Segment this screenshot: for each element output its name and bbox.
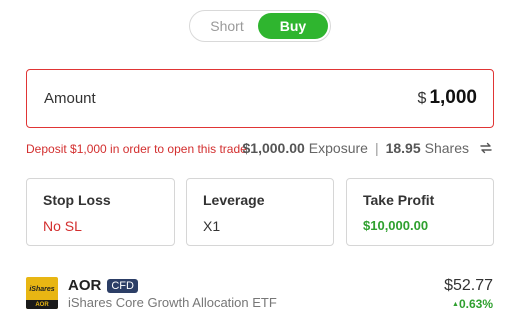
take-profit-title: Take Profit <box>363 192 435 208</box>
deposit-warning: Deposit $1,000 in order to open this tra… <box>26 142 247 156</box>
price-change: ▲0.63% <box>452 297 493 311</box>
leverage-title: Leverage <box>203 192 265 208</box>
amount-value[interactable]: $1,000 <box>418 87 477 109</box>
instrument-price: $52.77 <box>444 277 493 294</box>
logo-ticker-text: AOR <box>35 302 49 308</box>
buy-option[interactable]: Buy <box>258 13 328 39</box>
exposure-separator: | <box>374 140 379 156</box>
instrument-ticker-row[interactable]: AOR CFD <box>68 277 138 294</box>
leverage-card[interactable]: Leverage X1 <box>186 178 334 246</box>
shares-value: 18.95 <box>385 140 421 156</box>
amount-label: Amount <box>44 90 96 107</box>
change-up-icon: ▲ <box>452 301 459 308</box>
exposure-value: $1,000.00 <box>242 140 305 156</box>
take-profit-card[interactable]: Take Profit $10,000.00 <box>346 178 494 246</box>
leverage-value: X1 <box>203 218 221 234</box>
stop-loss-title: Stop Loss <box>43 192 111 208</box>
exposure-label: Exposure <box>308 140 368 156</box>
change-percent: 0.63% <box>458 297 493 311</box>
amount-input-box[interactable]: Amount $1,000 <box>26 69 494 128</box>
stop-loss-card[interactable]: Stop Loss No SL <box>26 178 175 246</box>
instrument-ticker[interactable]: AOR <box>68 277 101 294</box>
cfd-badge: CFD <box>107 278 138 293</box>
instrument-logo: iShares AOR <box>26 277 58 309</box>
logo-brand-text: iShares <box>29 286 55 293</box>
direction-toggle[interactable]: Short Buy <box>189 10 331 42</box>
take-profit-value: $10,000.00 <box>363 218 429 233</box>
shares-label: Shares <box>424 140 469 156</box>
short-option[interactable]: Short <box>194 13 260 39</box>
swap-arrows-icon[interactable] <box>479 141 493 155</box>
exposure-summary: $1,000.00 Exposure | 18.95 Shares <box>243 140 494 156</box>
amount-number[interactable]: 1,000 <box>429 87 477 108</box>
amount-currency: $ <box>417 90 427 107</box>
stop-loss-value: No SL <box>43 218 82 234</box>
instrument-name: iShares Core Growth Allocation ETF <box>68 295 277 310</box>
